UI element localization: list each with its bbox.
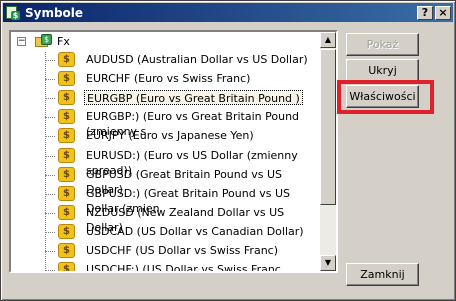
tree-connector-branch (45, 270, 55, 271)
symbol-tree-content: − $ Fx $ AUDUSD (Australian Dollar vs US … (11, 32, 318, 271)
symbols-app-icon: $ (5, 5, 21, 21)
symbols-dialog: $ Symbole ? × − $ Fx $ AUDUSD (Australian… (0, 0, 456, 301)
close-button[interactable]: Zamknij (346, 263, 419, 286)
scroll-down-icon[interactable]: ▼ (320, 255, 336, 271)
collapse-icon[interactable]: − (17, 37, 26, 46)
currency-symbol-icon: $ (58, 243, 75, 258)
tree-connector-line (45, 52, 46, 271)
show-button[interactable]: Pokaż (346, 33, 419, 56)
tree-symbol-item[interactable]: USDCHF (US Dollar vs Swiss Franc) (84, 243, 280, 258)
tree-symbol-item[interactable]: NZDUSD (New Zealand Dollar vs US Dollar) (84, 205, 318, 234)
tree-root-fx[interactable]: − $ Fx (11, 33, 318, 51)
currency-symbol-icon: $ (58, 224, 75, 239)
currency-symbol-icon: $ (58, 167, 75, 182)
symbol-tree[interactable]: − $ Fx $ AUDUSD (Australian Dollar vs US … (9, 30, 338, 273)
tree-connector-branch (45, 232, 55, 233)
scroll-up-icon[interactable]: ▲ (320, 32, 336, 48)
tree-symbol-item[interactable]: GBPUSD (Great Britain Pound vs US Dollar… (84, 167, 318, 196)
tree-connector-branch (45, 175, 55, 176)
currency-symbol-icon: $ (58, 90, 75, 105)
hide-button[interactable]: Ukryj (346, 59, 419, 82)
tree-symbol-item[interactable]: GBPUSD:) (Great Britain Pound vs US Doll… (84, 186, 318, 215)
tree-symbol-item[interactable]: USDCAD (US Dollar vs Canadian Dollar) (84, 224, 306, 239)
tree-symbol-item[interactable]: EURGBP:) (Euro vs Great Britain Pound (z… (84, 109, 318, 138)
currency-symbol-icon: $ (58, 205, 75, 220)
tree-scrollbar[interactable]: ▲ ▼ (320, 32, 336, 271)
tree-connector-branch (45, 60, 55, 61)
tree-connector-branch (45, 136, 55, 137)
currency-symbol-icon: $ (58, 109, 75, 124)
tree-connector-branch (45, 117, 55, 118)
scrollbar-thumb[interactable] (320, 49, 336, 205)
tree-symbol-item[interactable]: EURCHF (Euro vs Swiss Franc) (84, 71, 252, 86)
tree-connector-branch (45, 213, 55, 214)
currency-symbol-icon: $ (58, 148, 75, 163)
currency-symbol-icon: $ (58, 52, 75, 67)
tree-symbol-item-selected[interactable]: EURGBP (Euro vs Great Britain Pound ) (84, 90, 303, 105)
tree-symbol-item[interactable]: EURUSD:) (Euro vs US Dollar (zmienny spr… (84, 148, 318, 177)
currency-symbol-icon: $ (58, 128, 75, 143)
currency-symbol-icon: $ (58, 71, 75, 86)
tree-connector-branch (45, 251, 55, 252)
currency-symbol-icon: $ (58, 262, 75, 271)
help-button[interactable]: ? (417, 5, 433, 20)
properties-highlight-frame (337, 80, 434, 114)
title-bar[interactable]: $ Symbole ? × (3, 3, 453, 22)
window-title: Symbole (25, 5, 84, 20)
tree-connector-branch (45, 156, 55, 157)
currency-symbol-icon: $ (58, 186, 75, 201)
tree-symbol-item[interactable]: USDCHF:) (US Dollar vs Swiss Franc (zmie… (84, 262, 318, 271)
tree-connector-branch (45, 194, 55, 195)
tree-connector-branch (45, 98, 55, 99)
tree-connector-branch (45, 79, 55, 80)
tree-root-label: Fx (57, 35, 70, 48)
tree-symbol-item[interactable]: AUDUSD (Australian Dollar vs US Dollar) (84, 52, 310, 67)
close-window-button[interactable]: × (435, 5, 451, 20)
fx-folder-icon: $ (35, 34, 52, 49)
tree-symbol-item[interactable]: EURJPY (Euro vs Japanese Yen) (84, 128, 256, 143)
